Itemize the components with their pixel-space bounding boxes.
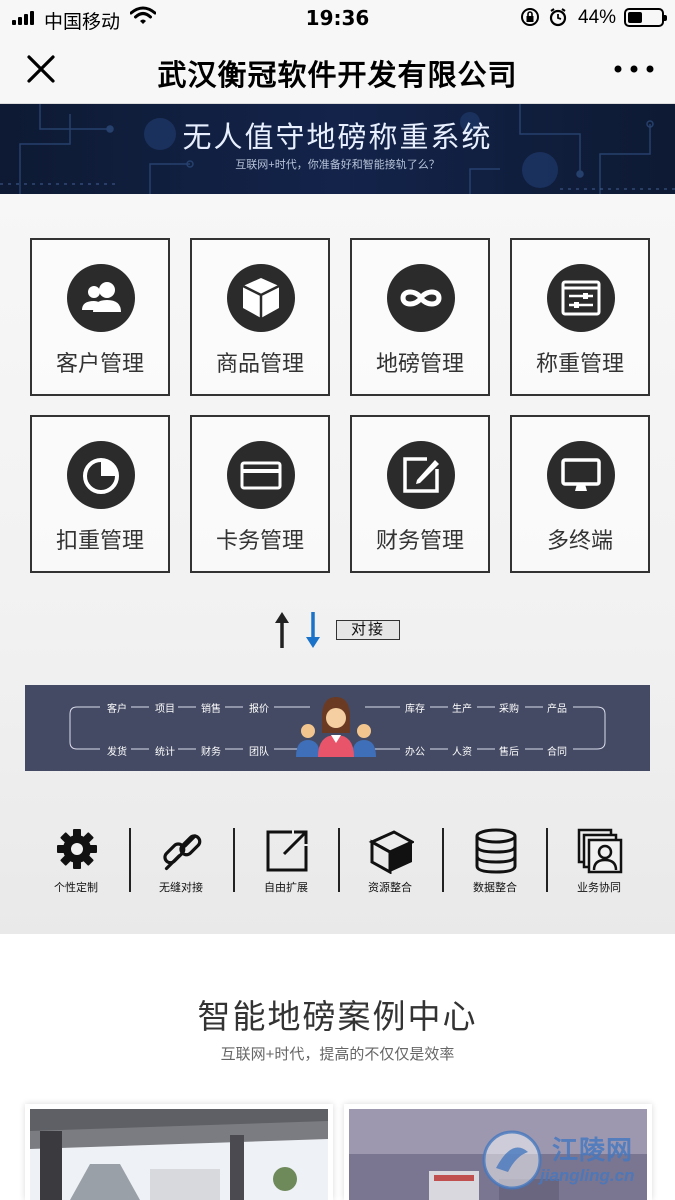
band-item: 合同 xyxy=(547,747,567,758)
band-item: 库存 xyxy=(405,704,425,715)
infinity-icon xyxy=(387,264,455,332)
module-label: 地磅管理 xyxy=(375,351,464,376)
band-item: 生产 xyxy=(452,704,472,715)
band-item: 采购 xyxy=(499,704,519,715)
collaboration-icon xyxy=(577,828,623,874)
module-scale[interactable]: 地磅管理 xyxy=(350,238,490,396)
team-icon xyxy=(296,697,376,757)
module-label: 客户管理 xyxy=(55,351,144,376)
database-icon xyxy=(475,828,517,874)
expand-icon xyxy=(266,830,308,872)
connect-label: 对接 xyxy=(336,620,400,640)
module-card[interactable]: 卡务管理 xyxy=(190,415,330,573)
module-label: 卡务管理 xyxy=(215,528,304,553)
module-label: 称重管理 xyxy=(535,351,624,376)
divider xyxy=(442,828,444,892)
section-title: 智能地磅案例中心 xyxy=(197,998,478,1035)
section-subtitle: 互联网+时代，提高的不仅仅是效率 xyxy=(220,1046,455,1063)
box-icon xyxy=(227,264,295,332)
module-label: 商品管理 xyxy=(215,351,304,376)
feature-data[interactable]: 数据整合 xyxy=(447,828,543,898)
monitor-icon xyxy=(547,441,615,509)
divider xyxy=(233,828,235,892)
module-label: 扣重管理 xyxy=(55,528,144,553)
battery-fill xyxy=(628,12,643,23)
page-title: 武汉衡冠软件开发有限公司 xyxy=(157,60,518,92)
banner-subtitle: 互联网+时代，你准备好和智能接轨了么？ xyxy=(235,159,440,171)
watermark-url: jiangling.cn xyxy=(540,1166,635,1185)
feature-label: 数据整合 xyxy=(473,882,517,894)
hero-banner: 无人值守地磅称重系统 互联网+时代，你准备好和智能接轨了么？ xyxy=(0,104,675,194)
divider xyxy=(129,828,131,892)
sliders-icon xyxy=(547,264,615,332)
card-icon xyxy=(227,441,295,509)
feature-resource[interactable]: 资源整合 xyxy=(342,828,438,898)
band-item: 团队 xyxy=(249,747,269,758)
module-product[interactable]: 商品管理 xyxy=(190,238,330,396)
band-lines xyxy=(69,697,606,757)
band-item: 产品 xyxy=(547,704,567,715)
edit-icon xyxy=(387,441,455,509)
lock-alarm-icon xyxy=(521,8,567,27)
cube-icon xyxy=(368,830,414,874)
business-band: 客户 项目 销售 报价 发货 统计 财务 团队 库存 生产 采购 产品 办公 人… xyxy=(25,685,650,771)
more-icon[interactable] xyxy=(612,60,656,78)
feature-custom[interactable]: 个性定制 xyxy=(28,828,124,898)
feature-link[interactable]: 无缝对接 xyxy=(133,828,229,898)
nav-bar: 武汉衡冠软件开发有限公司 xyxy=(0,34,675,104)
feature-label: 无缝对接 xyxy=(159,882,203,894)
band-item: 发货 xyxy=(107,747,127,758)
band-item: 客户 xyxy=(107,704,127,715)
link-icon xyxy=(163,834,202,871)
clock: 19:36 xyxy=(305,6,370,30)
battery-icon xyxy=(624,8,667,27)
gear-icon xyxy=(57,829,97,869)
feature-label: 个性定制 xyxy=(54,882,98,894)
watermark-name: 江陵网 xyxy=(552,1135,634,1165)
feature-collab[interactable]: 业务协同 xyxy=(551,828,647,898)
module-label: 多终端 xyxy=(546,528,613,553)
band-item: 统计 xyxy=(155,747,175,758)
feature-label: 自由扩展 xyxy=(264,882,308,894)
band-item: 财务 xyxy=(201,747,221,758)
band-item: 项目 xyxy=(155,704,175,715)
band-item: 销售 xyxy=(201,704,221,715)
band-item: 报价 xyxy=(249,704,269,715)
feature-label: 资源整合 xyxy=(368,882,412,894)
module-deduction[interactable]: 扣重管理 xyxy=(30,415,170,573)
band-item: 售后 xyxy=(499,747,519,758)
feature-label: 业务协同 xyxy=(577,882,621,894)
banner-title: 无人值守地磅称重系统 xyxy=(182,122,493,154)
module-weighing[interactable]: 称重管理 xyxy=(510,238,650,396)
status-bar: 中国移动 19:36 44% xyxy=(0,0,675,34)
pie-chart-icon xyxy=(67,441,135,509)
module-finance[interactable]: 财务管理 xyxy=(350,415,490,573)
feature-expand[interactable]: 自由扩展 xyxy=(238,828,334,898)
battery-percent: 44% xyxy=(578,7,617,28)
module-customer[interactable]: 客户管理 xyxy=(30,238,170,396)
users-icon xyxy=(67,264,135,332)
sync-arrows-icon xyxy=(275,612,320,648)
case-photo-weighbridge xyxy=(30,1109,328,1200)
module-label: 财务管理 xyxy=(375,528,464,553)
band-item: 人资 xyxy=(452,747,472,758)
case-card[interactable] xyxy=(25,1104,333,1200)
divider xyxy=(546,828,548,892)
band-item: 办公 xyxy=(405,747,425,758)
divider xyxy=(338,828,340,892)
module-multi-terminal[interactable]: 多终端 xyxy=(510,415,650,573)
